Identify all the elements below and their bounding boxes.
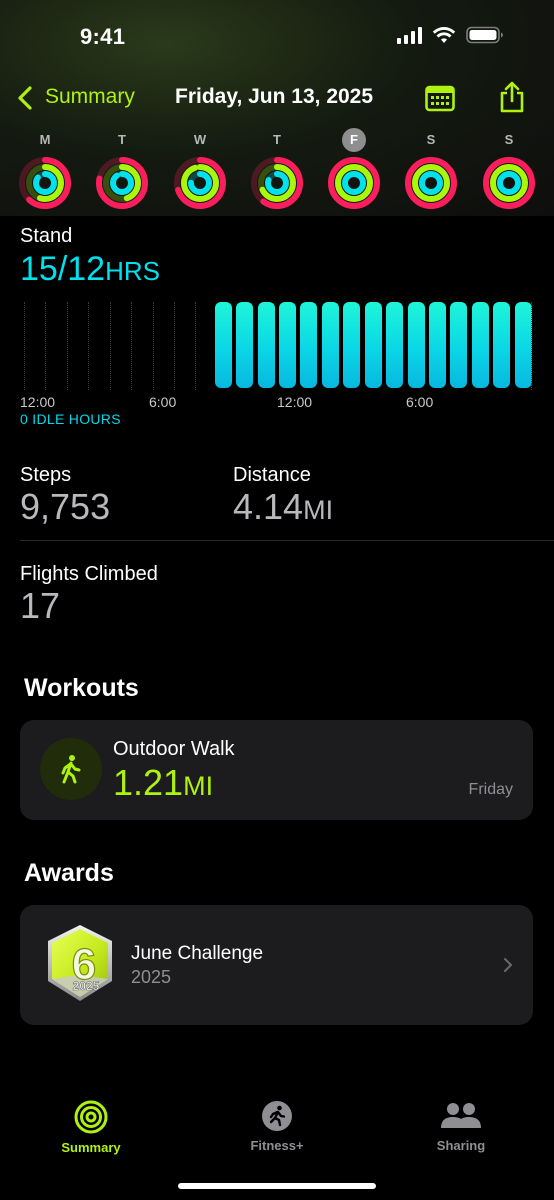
stand-hour-empty bbox=[88, 302, 89, 390]
stand-unit: HRS bbox=[105, 256, 160, 286]
tab-summary-label: Summary bbox=[61, 1140, 121, 1155]
week-day-letter: F bbox=[324, 128, 384, 152]
awards-title: Awards bbox=[24, 859, 114, 887]
distance-unit: MI bbox=[303, 495, 334, 525]
week-day[interactable]: S bbox=[401, 128, 461, 210]
tab-sharing-label: Sharing bbox=[436, 1138, 486, 1153]
steps-label: Steps bbox=[20, 464, 72, 486]
stand-hour-bar bbox=[343, 302, 360, 388]
home-indicator bbox=[178, 1183, 376, 1189]
stand-hour-bar bbox=[472, 302, 489, 388]
walk-icon bbox=[40, 738, 102, 800]
workout-card[interactable]: Outdoor Walk 1.21MI Friday bbox=[20, 720, 533, 820]
activity-rings-icon bbox=[174, 157, 226, 209]
june-challenge-badge-icon: 6 2025 bbox=[48, 925, 112, 1001]
stand-hour-empty bbox=[174, 302, 175, 390]
tab-sharing[interactable]: Sharing bbox=[406, 1100, 516, 1153]
rings-icon bbox=[74, 1100, 108, 1134]
stand-hour-bar bbox=[300, 302, 317, 388]
activity-rings-icon bbox=[96, 157, 148, 209]
people-icon bbox=[441, 1103, 481, 1128]
award-year: 2025 bbox=[131, 967, 172, 987]
award-name: June Challenge bbox=[131, 943, 264, 964]
stand-hour-bar bbox=[493, 302, 510, 388]
week-day[interactable]: M bbox=[15, 128, 75, 210]
wifi-icon bbox=[432, 27, 456, 43]
stand-hour-empty bbox=[24, 302, 25, 390]
badge-year: 2025 bbox=[73, 979, 100, 993]
stand-hour-empty bbox=[67, 302, 68, 390]
battery-icon bbox=[466, 26, 503, 44]
divider bbox=[20, 540, 554, 541]
tab-summary[interactable]: Summary bbox=[36, 1100, 146, 1155]
stand-hour-empty bbox=[195, 302, 196, 390]
stand-hour-bar bbox=[450, 302, 467, 388]
cellular-signal-icon bbox=[397, 26, 422, 44]
tick-label: 6:00 bbox=[406, 394, 434, 410]
stand-hour-bar bbox=[215, 302, 232, 388]
chevron-right-icon bbox=[504, 958, 512, 972]
activity-rings-icon bbox=[251, 157, 303, 209]
week-day[interactable]: S bbox=[479, 128, 539, 210]
stand-hours-chart bbox=[20, 298, 534, 394]
week-day[interactable]: W bbox=[170, 128, 230, 210]
week-day-letter: W bbox=[193, 132, 207, 147]
nav-date-title: Friday, Jun 13, 2025 bbox=[175, 85, 374, 108]
flights-value: 17 bbox=[20, 585, 61, 626]
stand-hour-empty bbox=[153, 302, 154, 390]
tick-label: 12:00 bbox=[277, 394, 313, 410]
stand-hour-bar bbox=[386, 302, 403, 388]
award-card[interactable]: 6 2025 June Challenge 2025 bbox=[20, 905, 533, 1025]
distance-label: Distance bbox=[233, 464, 311, 486]
workout-unit: MI bbox=[183, 771, 214, 801]
week-day-letter: S bbox=[426, 132, 436, 147]
runner-icon bbox=[262, 1101, 292, 1131]
tab-fitness-plus[interactable]: Fitness+ bbox=[222, 1100, 332, 1153]
stand-hour-bar bbox=[515, 302, 532, 388]
steps-value: 9,753 bbox=[20, 486, 111, 527]
workout-distance: 1.21MI bbox=[113, 762, 214, 803]
stand-hour-empty bbox=[45, 302, 46, 390]
stand-hour-bar bbox=[279, 302, 296, 388]
status-time: 9:41 bbox=[80, 24, 126, 49]
stand-hour-empty bbox=[531, 302, 532, 390]
week-selector: MTWTFSS bbox=[0, 128, 554, 214]
week-day[interactable]: T bbox=[247, 128, 307, 210]
back-chevron-icon[interactable] bbox=[16, 85, 34, 111]
week-day[interactable]: T bbox=[92, 128, 152, 210]
tick-label: 12:00 bbox=[20, 394, 56, 410]
calendar-icon[interactable] bbox=[425, 84, 455, 112]
week-day-letter: T bbox=[118, 132, 126, 147]
stand-hour-bar bbox=[258, 302, 275, 388]
back-button[interactable]: Summary bbox=[45, 85, 135, 109]
activity-rings-icon bbox=[328, 157, 380, 209]
stand-hour-bar bbox=[236, 302, 253, 388]
stand-value: 15/12HRS bbox=[20, 250, 160, 288]
flights-label: Flights Climbed bbox=[20, 563, 158, 585]
week-day-letter: S bbox=[504, 132, 514, 147]
stand-hour-empty bbox=[110, 302, 111, 390]
workouts-title: Workouts bbox=[24, 674, 139, 702]
share-icon[interactable] bbox=[498, 80, 526, 114]
tab-fitness-plus-label: Fitness+ bbox=[250, 1138, 304, 1153]
week-day[interactable]: F bbox=[324, 128, 384, 210]
workout-day: Friday bbox=[468, 781, 513, 798]
distance-value: 4.14MI bbox=[233, 486, 334, 527]
stand-hour-bar bbox=[429, 302, 446, 388]
stand-hour-bar bbox=[408, 302, 425, 388]
activity-rings-icon bbox=[405, 157, 457, 209]
stand-hour-empty bbox=[131, 302, 132, 390]
week-day-letter: T bbox=[273, 132, 281, 147]
workout-name: Outdoor Walk bbox=[113, 738, 235, 760]
idle-hours-label: 0 IDLE HOURS bbox=[20, 411, 121, 427]
activity-rings-icon bbox=[19, 157, 71, 209]
stand-label: Stand bbox=[20, 225, 73, 247]
stand-hour-bar bbox=[322, 302, 339, 388]
activity-rings-icon bbox=[483, 157, 535, 209]
tick-label: 6:00 bbox=[149, 394, 177, 410]
week-day-letter: M bbox=[39, 132, 51, 147]
status-icons bbox=[397, 26, 504, 44]
stand-hour-bar bbox=[365, 302, 382, 388]
